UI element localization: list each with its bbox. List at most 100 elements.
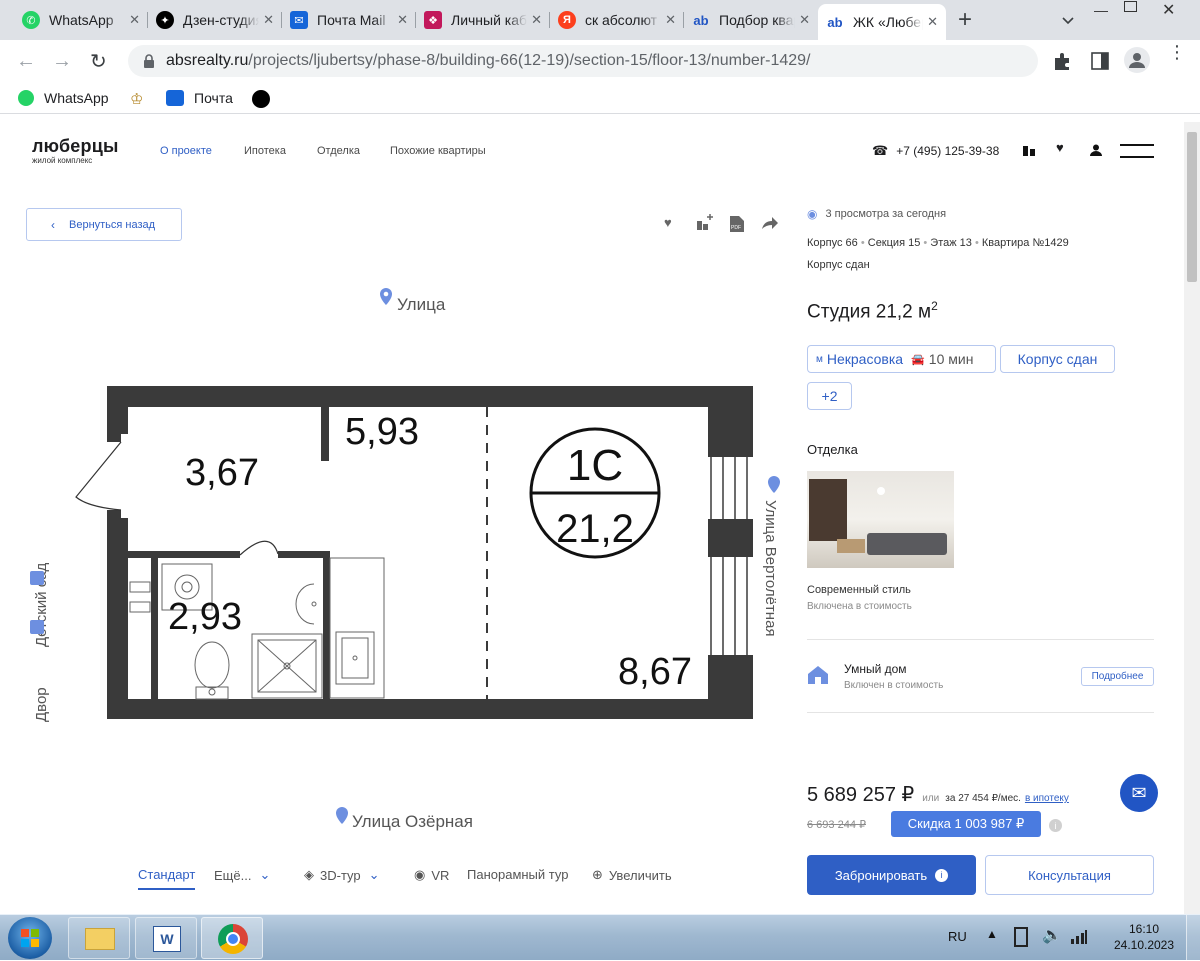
chrome-icon — [218, 924, 248, 954]
bookmark-dzen[interactable] — [252, 90, 270, 108]
tab-podbor[interactable]: ab Подбор квартир ✕ — [684, 4, 818, 36]
taskbar-word[interactable]: W — [135, 917, 197, 959]
profile-avatar[interactable] — [1124, 47, 1150, 73]
metro-chip[interactable]: ᴍ Некрасовка 🚘 10 мин — [807, 345, 996, 373]
taskbar-chrome[interactable] — [201, 917, 263, 959]
room-area-hall: 3,67 — [185, 452, 259, 494]
tab-standard[interactable]: Стандарт — [138, 867, 196, 890]
language-indicator[interactable]: RU — [948, 929, 967, 944]
compare-icon[interactable] — [1023, 145, 1035, 157]
room-area-corridor: 5,93 — [345, 411, 419, 453]
page-scrollbar[interactable] — [1184, 122, 1200, 914]
yandex-icon: Я — [558, 11, 576, 29]
tab-panorama[interactable]: Панорамный тур — [467, 867, 568, 882]
car-icon: 🚘 — [911, 353, 925, 366]
tab-3d-tour[interactable]: ◈ 3D-тур ⌄ — [304, 867, 380, 883]
nav-mortgage[interactable]: Ипотека — [244, 145, 286, 157]
nav-finish[interactable]: Отделка — [317, 145, 360, 157]
nav-similar[interactable]: Похожие квартиры — [390, 145, 486, 157]
tab-whatsapp[interactable]: ✆ WhatsApp ✕ — [14, 4, 148, 36]
svg-text:PDF: PDF — [731, 225, 741, 231]
show-desktop-button[interactable] — [1186, 915, 1200, 961]
favorite-icon[interactable]: ♥ — [664, 215, 672, 230]
tab-vr[interactable]: ◉ VR — [414, 867, 449, 883]
whatsapp-icon — [18, 90, 34, 106]
site-logo[interactable]: люберцы жилой комплекс — [32, 136, 119, 165]
eye-icon: ◉ — [807, 207, 818, 221]
close-icon[interactable]: ✕ — [927, 14, 938, 30]
nav-about[interactable]: О проекте — [160, 145, 212, 157]
burger-menu-icon[interactable] — [1120, 142, 1154, 160]
restore-button[interactable] — [1124, 1, 1137, 12]
taskbar-explorer[interactable] — [68, 917, 130, 959]
side-panel-icon[interactable] — [1090, 51, 1110, 71]
chevron-left-icon: ‹ — [51, 217, 55, 232]
consult-button[interactable]: Консультация — [985, 855, 1154, 895]
close-icon[interactable]: ✕ — [397, 12, 408, 28]
word-icon: W — [153, 926, 181, 952]
network-icon[interactable] — [1070, 929, 1088, 945]
reload-icon[interactable]: ↻ — [90, 49, 107, 74]
kindergarten-icon — [30, 571, 44, 585]
close-icon[interactable]: ✕ — [665, 12, 676, 28]
bookmark-mail[interactable]: Почта — [166, 90, 233, 106]
volume-icon[interactable]: 🔈 — [1042, 925, 1062, 945]
finish-note: Включена в стоимость — [807, 601, 912, 612]
clock[interactable]: 16:10 24.10.2023 — [1108, 921, 1180, 953]
tab-active[interactable]: ab ЖК «Люберцы» ✕ — [818, 4, 946, 40]
back-arrow-icon[interactable]: ← — [16, 50, 36, 73]
browser-tab-bar: ✆ WhatsApp ✕ ✦ Дзен-студия ✕ ✉ Почта Mai… — [0, 0, 1200, 40]
room-area-bathroom: 2,93 — [168, 596, 242, 638]
more-chip[interactable]: +2 — [807, 382, 852, 410]
tab-zoom[interactable]: ⊕ Увеличить — [592, 867, 672, 883]
back-button[interactable]: ‹ Вернуться назад — [26, 208, 182, 241]
close-icon[interactable]: ✕ — [799, 12, 810, 28]
book-button[interactable]: Забронировать i — [807, 855, 976, 895]
compare-add-icon[interactable] — [697, 214, 715, 232]
tab-yandex[interactable]: Я ск абсолют ✕ — [550, 4, 684, 36]
finish-photo[interactable] — [807, 471, 954, 568]
tab-dzen[interactable]: ✦ Дзен-студия ✕ — [148, 4, 282, 36]
tab-cabinet[interactable]: ❖ Личный кабинет ✕ — [416, 4, 550, 36]
tab-more[interactable]: Ещё... ⌄ — [214, 867, 270, 883]
mail-icon — [166, 90, 184, 106]
status-chip[interactable]: Корпус сдан — [1000, 345, 1115, 373]
divider — [807, 712, 1154, 713]
new-tab-button[interactable]: + — [958, 6, 972, 34]
device-icon[interactable] — [1014, 927, 1028, 947]
tab-search-icon[interactable] — [1058, 10, 1078, 30]
phone-link[interactable]: ☎ +7 (495) 125-39-38 — [872, 143, 999, 159]
street-right-label: Улица Вертолётная — [762, 500, 779, 637]
scrollbar-thumb[interactable] — [1187, 132, 1197, 282]
mail-icon: ✉ — [290, 11, 308, 29]
windows-taskbar: W RU ▲ 🔈 16:10 24.10.2023 — [0, 914, 1200, 961]
close-window-button[interactable]: ✕ — [1162, 0, 1175, 20]
bookmark-gov[interactable]: ♔ — [130, 90, 143, 108]
close-icon[interactable]: ✕ — [263, 12, 274, 28]
finish-name: Современный стиль — [807, 584, 911, 596]
extensions-icon[interactable] — [1052, 51, 1072, 71]
phone-icon: ☎ — [872, 143, 889, 158]
start-button[interactable] — [8, 917, 52, 959]
smart-home-details-button[interactable]: Подробнее — [1081, 667, 1154, 686]
info-icon[interactable]: i — [1049, 819, 1062, 832]
forward-arrow-icon[interactable]: → — [52, 50, 72, 73]
browser-menu-icon[interactable]: ⋮ — [1168, 43, 1186, 61]
bookmark-whatsapp[interactable]: WhatsApp — [18, 90, 109, 106]
pdf-icon[interactable]: PDF — [730, 216, 744, 232]
user-icon[interactable] — [1090, 144, 1102, 156]
lock-icon — [144, 54, 154, 68]
tab-mail[interactable]: ✉ Почта Mail ✕ — [282, 4, 416, 36]
minimize-button[interactable]: — — [1094, 2, 1108, 18]
chat-mail-icon[interactable]: ✉ — [1120, 774, 1158, 812]
favorites-icon[interactable]: ♥ — [1056, 140, 1064, 155]
svg-text:Улица Вертолётная: Улица Вертолётная — [762, 500, 779, 637]
address-bar[interactable]: absrealty.ru/projects/ljubertsy/phase-8/… — [128, 45, 1038, 77]
smart-home-icon — [808, 666, 828, 684]
close-icon[interactable]: ✕ — [531, 12, 542, 28]
close-icon[interactable]: ✕ — [129, 12, 140, 28]
share-icon[interactable] — [762, 216, 778, 230]
tray-arrow-icon[interactable]: ▲ — [986, 927, 998, 941]
floor-plan[interactable]: Улица 3,67 5,93 2,93 8,67 1С 21,2 Двор Д… — [18, 282, 793, 914]
mortgage-link[interactable]: в ипотеку — [1025, 793, 1069, 804]
